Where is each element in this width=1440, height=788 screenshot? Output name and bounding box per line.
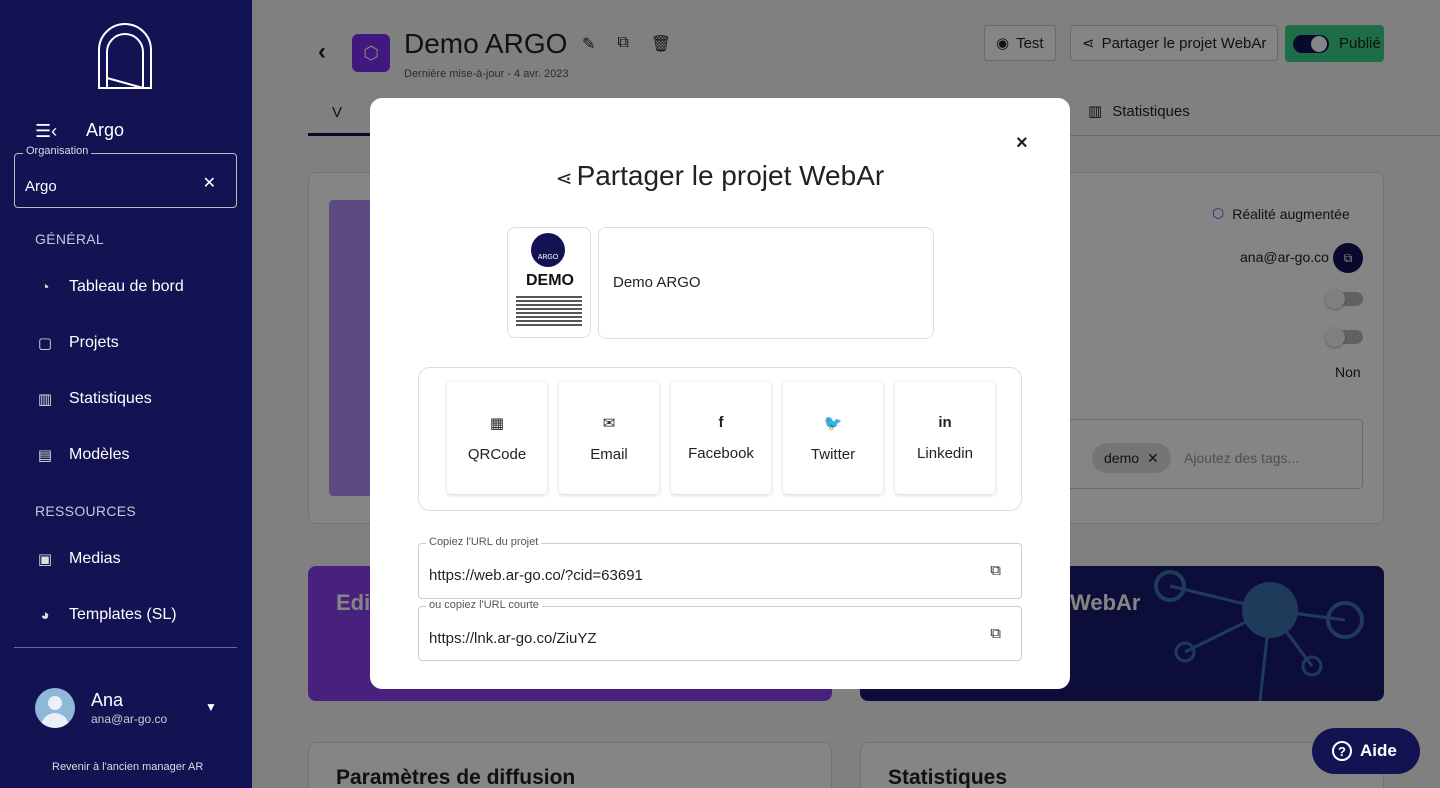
share-facebook-button[interactable]: f Facebook bbox=[671, 382, 771, 494]
project-name-box: Demo ARGO bbox=[598, 227, 934, 339]
sidebar-item-label: Statistiques bbox=[69, 390, 152, 407]
project-url-value[interactable]: https://web.ar-go.co/?cid=63691 bbox=[429, 567, 643, 584]
share-option-label: Email bbox=[590, 445, 628, 463]
avatar[interactable] bbox=[35, 688, 75, 728]
palette-icon: ◕ bbox=[40, 606, 50, 624]
twitter-icon: 🐦 bbox=[823, 414, 843, 432]
help-button[interactable]: ? Aide bbox=[1312, 728, 1420, 774]
short-url-value[interactable]: https://lnk.ar-go.co/ZiuYZ bbox=[429, 630, 597, 647]
share-email-button[interactable]: ✉ Email bbox=[559, 382, 659, 494]
share-option-label: QRCode bbox=[467, 445, 527, 463]
share-options-panel: ▦ QRCode ✉ Email f Facebook 🐦 Twitter in… bbox=[418, 367, 1022, 511]
organisation-select[interactable]: Organisation Argo ✕ bbox=[14, 145, 237, 208]
qrcode-icon: ▦ bbox=[489, 414, 505, 432]
sidebar-item-label: Projets bbox=[69, 334, 119, 351]
share-option-label: Twitter bbox=[810, 445, 856, 463]
copy-icon[interactable]: ⧉ bbox=[990, 625, 1001, 642]
sidebar: ☰‹ Argo Organisation Argo ✕ GÉNÉRAL ◔ Tab… bbox=[0, 0, 252, 788]
sidebar-item-label: Medias bbox=[69, 550, 121, 567]
share-icon: ⋖ bbox=[555, 168, 573, 190]
user-name: Ana bbox=[91, 690, 124, 710]
sidebar-item-label: Modèles bbox=[69, 446, 130, 463]
project-url-field[interactable]: Copiez l'URL du projet https://web.ar-go… bbox=[418, 536, 1022, 599]
sidebar-item-dashboard[interactable]: ◔ Tableau de bord bbox=[35, 275, 235, 299]
project-thumbnail: ARGO DEMO bbox=[507, 227, 591, 338]
short-url-label: ou copiez l'URL courte bbox=[426, 599, 542, 611]
old-manager-link[interactable]: Revenir à l'ancien manager AR bbox=[52, 761, 203, 773]
sidebar-divider bbox=[14, 647, 237, 648]
thumbnail-heading: DEMO bbox=[526, 272, 574, 289]
facebook-icon: f bbox=[718, 414, 724, 431]
menu-collapse-icon[interactable]: ☰‹ bbox=[35, 121, 57, 142]
envelope-icon: ✉ bbox=[602, 414, 616, 432]
copy-icon[interactable]: ⧉ bbox=[990, 562, 1001, 579]
dashboard-icon: ◔ bbox=[40, 278, 50, 296]
org-title: Argo bbox=[86, 120, 125, 140]
badge-text: ARGO bbox=[537, 254, 559, 261]
argo-badge: ARGO bbox=[531, 233, 565, 267]
sidebar-item-medias[interactable]: ▣ Medias bbox=[35, 547, 235, 571]
short-url-field[interactable]: ou copiez l'URL courte https://lnk.ar-go… bbox=[418, 599, 1022, 661]
share-qrcode-button[interactable]: ▦ QRCode bbox=[447, 382, 547, 494]
share-twitter-button[interactable]: 🐦 Twitter bbox=[783, 382, 883, 494]
photos-icon: ▣ bbox=[37, 551, 53, 568]
sidebar-item-statistics[interactable]: ▥ Statistiques bbox=[35, 387, 235, 411]
project-url-label: Copiez l'URL du projet bbox=[426, 536, 542, 548]
sidebar-item-projects[interactable]: ▢ Projets bbox=[35, 331, 235, 355]
project-name: Demo ARGO bbox=[613, 274, 701, 291]
modal-title-text: Partager le projet WebAr bbox=[576, 160, 885, 191]
sidebar-item-label: Tableau de bord bbox=[69, 278, 184, 295]
argo-logo bbox=[98, 23, 152, 89]
sidebar-item-templates[interactable]: ◕ Templates (SL) bbox=[35, 603, 235, 627]
book-icon: ▤ bbox=[37, 447, 53, 464]
sidebar-item-label: Templates (SL) bbox=[69, 606, 177, 623]
share-modal: × ⋖ Partager le projet WebAr ARGO DEMO De… bbox=[370, 98, 1070, 689]
section-resources: RESSOURCES bbox=[35, 503, 137, 519]
bar-chart-icon: ▥ bbox=[37, 391, 53, 408]
clear-icon[interactable]: ✕ bbox=[203, 173, 216, 193]
thumbnail-text-lines bbox=[516, 296, 582, 328]
share-option-label: Facebook bbox=[688, 445, 754, 462]
modal-title: ⋖ Partager le projet WebAr bbox=[370, 160, 1070, 192]
chevron-down-icon[interactable]: ▼ bbox=[205, 700, 217, 714]
organisation-value: Argo bbox=[25, 178, 57, 195]
help-label: Aide bbox=[1360, 741, 1397, 760]
file-icon: ▢ bbox=[37, 335, 53, 352]
linkedin-icon: in bbox=[938, 414, 952, 431]
organisation-label: Organisation bbox=[23, 145, 92, 157]
share-option-label: Linkedin bbox=[917, 445, 973, 462]
sidebar-item-models[interactable]: ▤ Modèles bbox=[35, 443, 235, 467]
share-linkedin-button[interactable]: in Linkedin bbox=[895, 382, 995, 494]
close-icon[interactable]: × bbox=[1016, 132, 1028, 155]
section-general: GÉNÉRAL bbox=[35, 231, 105, 247]
question-icon: ? bbox=[1332, 741, 1352, 761]
user-email: ana@ar-go.co bbox=[91, 712, 168, 726]
